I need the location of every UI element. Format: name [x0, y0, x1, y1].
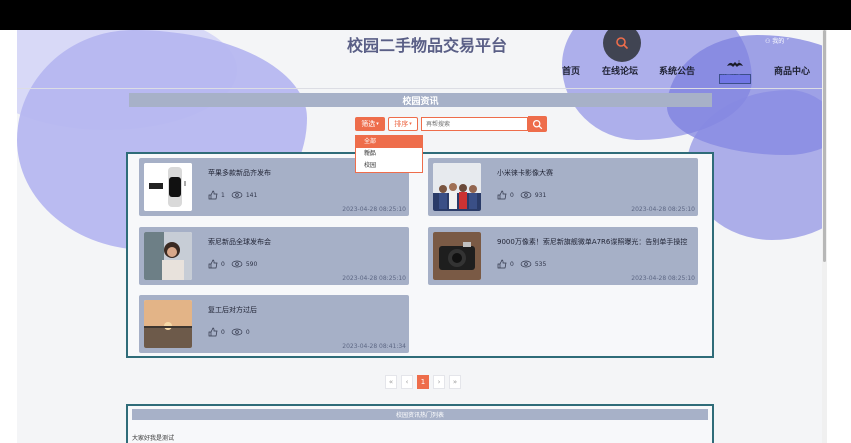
eye-icon — [231, 328, 243, 336]
watch-image — [144, 163, 192, 211]
app-frame: 校园二手物品交易平台 ⚇ 我的 ˅ 首页 在线论坛 系统公告 校园资讯 商品中心… — [0, 0, 851, 443]
eye-icon — [520, 191, 532, 199]
like-count: 0 — [510, 191, 514, 199]
news-stats: 0 590 — [208, 259, 257, 269]
news-thumbnail — [433, 163, 481, 211]
news-thumbnail — [433, 232, 481, 280]
page-first-button[interactable]: « — [385, 375, 397, 389]
hot-news-item[interactable]: 大家好我是测试 — [132, 433, 174, 442]
news-title: 苹果多款新品齐发布 — [208, 169, 271, 177]
like-count: 0 — [221, 260, 225, 268]
news-stats: 0 535 — [497, 259, 546, 269]
news-title: 9000万像素！索尼新旗舰微单A7R6谍照曝光：告别单手操控 — [497, 238, 688, 246]
news-card[interactable]: 9000万像素！索尼新旗舰微单A7R6谍照曝光：告别单手操控 0 535 202… — [428, 227, 698, 285]
user-menu-label: 我的 — [772, 38, 785, 45]
sort-button-label: 排序 — [394, 120, 409, 128]
eye-icon — [520, 260, 532, 268]
news-date: 2023-04-28 08:25:10 — [631, 275, 695, 282]
news-list: 苹果多款新品齐发布 1 141 2023-04-28 08:25:10 小米徕卡… — [126, 152, 714, 358]
chevron-down-icon: ▾ — [376, 121, 379, 127]
person-camera-image — [144, 232, 192, 280]
page-last-button[interactable]: » — [449, 375, 461, 389]
news-card[interactable]: 复工后对方过后 0 0 2023-04-28 08:41:34 — [139, 295, 409, 353]
hot-news-title-bar: 校园资讯热门列表 — [132, 409, 708, 420]
view-count: 535 — [534, 260, 547, 268]
group-photo-image — [433, 163, 481, 211]
user-menu[interactable]: ⚇ 我的 ˅ — [765, 36, 789, 45]
eye-icon — [231, 191, 243, 199]
like-icon[interactable] — [497, 259, 507, 269]
like-icon[interactable] — [497, 190, 507, 200]
news-title: 复工后对方过后 — [208, 306, 257, 314]
view-count: 141 — [245, 191, 258, 199]
view-count: 590 — [245, 260, 258, 268]
camera-image — [433, 232, 481, 280]
scrollbar-thumb[interactable] — [823, 30, 826, 262]
page-next-button[interactable]: › — [433, 375, 445, 389]
section-title: 校园资讯 — [402, 96, 439, 107]
hot-news-title: 校园资讯热门列表 — [395, 412, 444, 419]
like-count: 0 — [221, 328, 225, 336]
news-card[interactable]: 索尼新品全球发布会 0 590 2023-04-28 08:25:10 — [139, 227, 409, 285]
site-title: 校园二手物品交易平台 — [346, 36, 507, 55]
nav-forum[interactable]: 在线论坛 — [602, 64, 638, 77]
filter-button[interactable]: 筛选 ▾ — [355, 117, 385, 131]
search-button[interactable] — [528, 116, 547, 132]
search-input[interactable] — [421, 117, 528, 131]
top-black-bar — [0, 0, 851, 30]
news-stats: 0 0 — [208, 327, 250, 337]
news-title: 小米徕卡影像大赛 — [497, 169, 553, 177]
news-date: 2023-04-28 08:25:10 — [342, 275, 406, 282]
like-count: 1 — [221, 191, 225, 199]
filter-button-label: 筛选 — [361, 120, 376, 128]
news-stats: 1 141 — [208, 190, 257, 200]
chevron-down-icon: ▾ — [409, 121, 412, 127]
sort-button[interactable]: 排序 ▾ — [388, 117, 418, 131]
like-icon[interactable] — [208, 327, 218, 337]
nav-home[interactable]: 首页 — [562, 64, 580, 77]
news-thumbnail — [144, 300, 192, 348]
eye-icon — [231, 260, 243, 268]
search-icon — [616, 37, 629, 50]
news-title: 索尼新品全球发布会 — [208, 238, 271, 246]
news-date: 2023-04-28 08:25:10 — [631, 206, 695, 213]
filter-dropdown: 全部 新品 校园 — [355, 135, 423, 173]
news-card[interactable]: 小米徕卡影像大赛 0 931 2023-04-28 08:25:10 — [428, 158, 698, 216]
news-date: 2023-04-28 08:25:10 — [342, 206, 406, 213]
view-count: 931 — [534, 191, 547, 199]
like-count: 0 — [510, 260, 514, 268]
news-thumbnail — [144, 163, 192, 211]
like-icon[interactable] — [208, 259, 218, 269]
news-date: 2023-04-28 08:41:34 — [342, 343, 406, 350]
like-icon[interactable] — [208, 190, 218, 200]
page-current-button[interactable]: 1 — [417, 375, 429, 389]
search-icon — [532, 119, 543, 129]
chevron-down-icon: ˅ — [784, 38, 790, 45]
filter-option-all[interactable]: 全部 — [356, 136, 422, 148]
news-thumbnail — [144, 232, 192, 280]
sunset-image — [144, 300, 192, 348]
nav-products[interactable]: 商品中心 — [774, 64, 810, 77]
view-count: 0 — [245, 328, 250, 336]
active-nav-label: 校园资讯 — [721, 75, 742, 81]
pagination: « ‹ 1 › » — [385, 375, 461, 389]
header-divider — [17, 88, 827, 89]
section-title-bar: 校园资讯 — [129, 93, 712, 107]
news-stats: 0 931 — [497, 190, 546, 200]
page-prev-button[interactable]: ‹ — [401, 375, 413, 389]
bat-icon — [727, 60, 743, 67]
filter-option-campus[interactable]: 校园 — [356, 160, 422, 172]
hand-cursor-icon: ☝ — [367, 149, 373, 159]
filter-option-new[interactable]: 新品 — [356, 148, 422, 160]
hot-news-list: 校园资讯热门列表 大家好我是测试 — [126, 404, 714, 443]
page: 校园二手物品交易平台 ⚇ 我的 ˅ 首页 在线论坛 系统公告 校园资讯 商品中心… — [17, 30, 827, 443]
nav-announcements[interactable]: 系统公告 — [659, 64, 695, 77]
